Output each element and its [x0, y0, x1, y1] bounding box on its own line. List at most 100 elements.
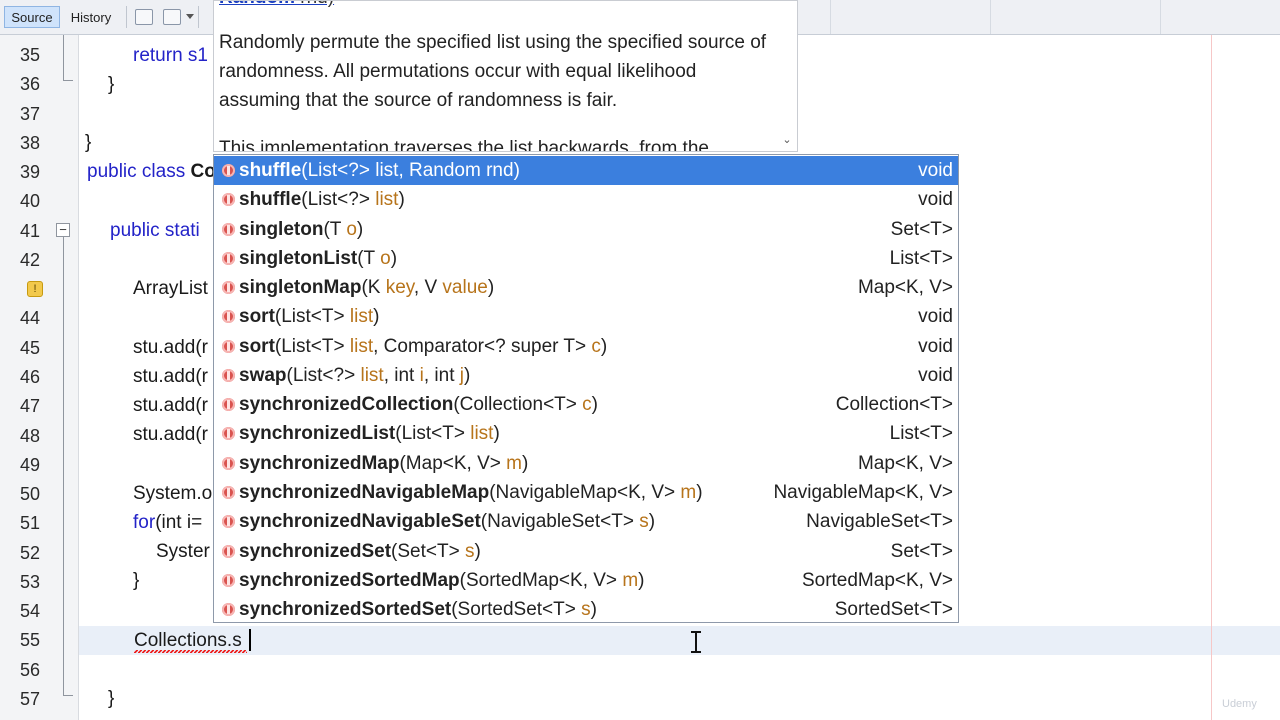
line-number: 50 — [19, 484, 40, 505]
static-method-icon — [222, 281, 235, 295]
static-method-icon — [222, 485, 235, 499]
method-signature: singletonList(T o) — [239, 244, 397, 273]
return-type: void — [918, 306, 953, 328]
param-close: ) — [463, 364, 471, 386]
method-signature: synchronizedSet(Set<T> s) — [239, 537, 481, 566]
keyword: public class — [87, 161, 191, 182]
method-signature: shuffle(List<?> list) — [239, 185, 405, 214]
completion-item[interactable]: sort(List<T> list, Comparator<? super T>… — [214, 332, 958, 361]
method-name: synchronizedNavigableSet — [239, 511, 481, 533]
method-params: (T o) — [357, 248, 397, 269]
current-line-highlight — [79, 626, 1280, 655]
param-type: (Map<K, V> — [399, 452, 507, 474]
code-line-46[interactable]: stu.add(r — [133, 362, 208, 391]
code-line-48[interactable]: stu.add(r — [133, 420, 208, 449]
method-name: synchronizedSortedMap — [239, 569, 460, 591]
dropdown-icon[interactable] — [186, 14, 194, 19]
line-number: 39 — [19, 162, 40, 183]
javadoc-signature[interactable]: Random rnd) — [219, 1, 334, 9]
return-type: List<T> — [889, 247, 953, 269]
completion-item[interactable]: singleton(T o) Set<T> — [214, 215, 958, 244]
param-type: (Collection<T> — [453, 394, 583, 416]
code-line-41[interactable]: public stati — [110, 216, 200, 245]
completion-item[interactable]: synchronizedList(List<T> list) List<T> — [214, 419, 958, 448]
method-params: (K key, V value) — [361, 277, 494, 298]
code-completion-list[interactable]: shuffle(List<?> list, Random rnd) void shu… — [213, 154, 959, 623]
toolbar-separator — [126, 6, 127, 28]
code-line-45[interactable]: stu.add(r — [133, 333, 208, 362]
fold-toggle[interactable]: − — [56, 223, 70, 237]
code-line-47[interactable]: stu.add(r — [133, 391, 208, 420]
completion-item[interactable]: singletonMap(K key, V value) Map<K, V> — [214, 273, 958, 302]
code-line-43[interactable]: ArrayList — [133, 274, 208, 303]
completion-item[interactable]: synchronizedMap(Map<K, V> m) Map<K, V> — [214, 449, 958, 478]
static-method-icon — [222, 515, 235, 529]
completion-item[interactable]: synchronizedSet(Set<T> s) Set<T> — [214, 537, 958, 566]
static-method-icon — [222, 164, 235, 177]
param-name: list — [470, 423, 494, 445]
static-method-icon — [222, 603, 235, 617]
static-method-icon — [222, 368, 235, 382]
javadoc-popup[interactable]: Random rnd) Randomly permute the specifi… — [213, 0, 798, 152]
toolbar-divider — [830, 0, 831, 34]
code-line-57[interactable]: } — [108, 684, 114, 713]
fold-guide-end — [63, 80, 73, 81]
forward-history-icon[interactable] — [163, 9, 181, 25]
fold-guide — [63, 237, 64, 695]
method-name: singletonList — [239, 247, 358, 269]
code-line-35[interactable]: return s1 — [133, 41, 208, 70]
code-line-36[interactable]: } — [108, 70, 114, 99]
line-number: 41 — [19, 220, 40, 241]
method-signature: synchronizedNavigableMap(NavigableMap<K,… — [239, 478, 703, 507]
completion-item[interactable]: synchronizedNavigableSet(NavigableSet<T>… — [214, 507, 958, 536]
completion-item[interactable]: synchronizedSortedSet(SortedSet<T> s) Sor… — [214, 595, 958, 622]
back-history-icon[interactable] — [135, 9, 153, 25]
param-type: (Set<T> — [391, 540, 465, 562]
completion-item[interactable]: synchronizedSortedMap(SortedMap<K, V> m)… — [214, 566, 958, 595]
code-line-51[interactable]: for(int i= — [133, 508, 202, 537]
completion-item[interactable]: synchronizedCollection(Collection<T> c) C… — [214, 390, 958, 419]
return-type: Set<T> — [890, 218, 953, 240]
completion-item[interactable]: shuffle(List<?> list, Random rnd) void — [214, 156, 958, 185]
static-method-icon — [222, 339, 235, 353]
completion-item[interactable]: sort(List<T> list) void — [214, 302, 958, 331]
watermark-logo: Udemy — [1222, 698, 1257, 710]
param-name: rnd — [486, 160, 514, 181]
method-params: (SortedMap<K, V> m) — [460, 570, 645, 591]
completion-item[interactable]: synchronizedNavigableMap(NavigableMap<K,… — [214, 478, 958, 507]
method-name: synchronizedMap — [239, 452, 400, 474]
code-line-50[interactable]: System.o — [133, 479, 212, 508]
javadoc-signature-link[interactable]: Random — [219, 1, 295, 8]
method-params: (List<?> list) — [301, 189, 405, 210]
static-method-icon — [222, 398, 235, 412]
method-signature: synchronizedNavigableSet(NavigableSet<T>… — [239, 507, 655, 536]
completion-item[interactable]: singletonList(T o) List<T> — [214, 244, 958, 273]
method-name: sort — [239, 306, 275, 328]
line-number: 47 — [19, 396, 40, 417]
tab-source[interactable]: Source — [4, 6, 60, 28]
warning-bulb-icon[interactable]: ! — [27, 281, 43, 297]
param-close: ) — [638, 569, 645, 591]
code-line-38[interactable]: } — [85, 128, 91, 157]
scroll-down-icon[interactable]: ⌄ — [781, 134, 793, 146]
return-type: SortedSet<T> — [834, 599, 953, 621]
param-type: (List<T> — [274, 306, 350, 328]
line-number: 38 — [19, 132, 40, 153]
code-line-39[interactable]: public class Co — [87, 157, 216, 186]
static-method-icon — [222, 544, 235, 558]
completion-item[interactable]: swap(List<?> list, int i, int j) void — [214, 361, 958, 390]
param-type: (K — [361, 277, 386, 299]
code-line-52[interactable]: Syster — [156, 537, 210, 566]
line-number: 53 — [19, 571, 40, 592]
param-type: , V — [413, 277, 443, 299]
line-number: 52 — [19, 542, 40, 563]
param-close: ) — [513, 160, 520, 181]
return-type: Set<T> — [890, 540, 953, 562]
toolbar-divider — [990, 0, 991, 34]
param-close: ) — [591, 394, 598, 416]
method-signature: synchronizedSortedMap(SortedMap<K, V> m) — [239, 566, 644, 595]
completion-item[interactable]: shuffle(List<?> list) void — [214, 185, 958, 214]
tab-history[interactable]: History — [62, 6, 120, 28]
method-signature: sort(List<T> list) — [239, 302, 379, 331]
code-line-53[interactable]: } — [133, 566, 139, 595]
